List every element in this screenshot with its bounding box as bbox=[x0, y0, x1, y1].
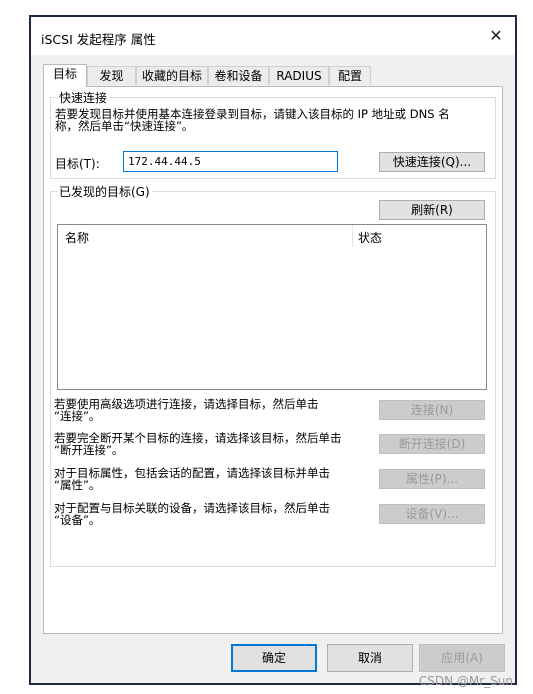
devices-button[interactable]: 设备(V)... bbox=[379, 504, 485, 524]
tab-targets[interactable]: 目标 bbox=[43, 64, 87, 87]
quick-connect-description-2: 称，然后单击“快速连接”。 bbox=[55, 119, 194, 133]
connect-description-2: “连接”。 bbox=[54, 409, 101, 423]
discovered-targets-group: 已发现的目标(G) 刷新(R) 名称 状态 若要使用高级选项进行连接，请选择目标… bbox=[50, 183, 496, 567]
disconnect-description-2: “断开连接”。 bbox=[54, 443, 124, 457]
window-title: iSCSI 发起程序 属性 bbox=[41, 32, 156, 47]
connect-button[interactable]: 连接(N) bbox=[379, 400, 485, 420]
tab-volumes-devices[interactable]: 卷和设备 bbox=[208, 66, 269, 85]
column-status-header[interactable]: 状态 bbox=[358, 229, 382, 246]
tab-configuration[interactable]: 配置 bbox=[329, 66, 371, 85]
cancel-button[interactable]: 取消 bbox=[327, 644, 413, 672]
quick-connect-button[interactable]: 快速连接(Q)... bbox=[379, 152, 485, 172]
target-label: 目标(T): bbox=[55, 157, 100, 171]
column-divider bbox=[352, 225, 353, 247]
disconnect-button[interactable]: 断开连接(D) bbox=[379, 434, 485, 454]
tab-discovery[interactable]: 发现 bbox=[87, 66, 136, 85]
quick-connect-group: 快速连接 若要发现目标并使用基本连接登录到目标，请键入该目标的 IP 地址或 D… bbox=[50, 89, 496, 179]
tab-radius[interactable]: RADIUS bbox=[269, 66, 329, 85]
apply-button[interactable]: 应用(A) bbox=[419, 644, 505, 672]
devices-description-2: “设备”。 bbox=[54, 513, 101, 527]
targets-panel: 快速连接 若要发现目标并使用基本连接登录到目标，请键入该目标的 IP 地址或 D… bbox=[43, 86, 503, 634]
title-bar: iSCSI 发起程序 属性 ✕ bbox=[31, 17, 515, 55]
close-icon[interactable]: ✕ bbox=[483, 23, 509, 49]
quick-connect-title: 快速连接 bbox=[57, 89, 110, 106]
discovered-targets-title: 已发现的目标(G) bbox=[57, 183, 152, 200]
targets-list[interactable]: 名称 状态 bbox=[57, 224, 487, 390]
column-name-header[interactable]: 名称 bbox=[65, 229, 89, 246]
properties-button[interactable]: 属性(P)... bbox=[379, 469, 485, 489]
target-input[interactable]: 172.44.44.5 bbox=[123, 151, 338, 172]
properties-description-2: “属性”。 bbox=[54, 478, 101, 492]
refresh-button[interactable]: 刷新(R) bbox=[379, 200, 485, 220]
iscsi-properties-dialog: iSCSI 发起程序 属性 ✕ 目标 发现 收藏的目标 卷和设备 RADIUS … bbox=[29, 15, 517, 685]
watermark-text: CSDN @Mr_Sun bbox=[418, 674, 513, 688]
tab-favorite-targets[interactable]: 收藏的目标 bbox=[136, 66, 208, 85]
ok-button[interactable]: 确定 bbox=[231, 644, 317, 672]
